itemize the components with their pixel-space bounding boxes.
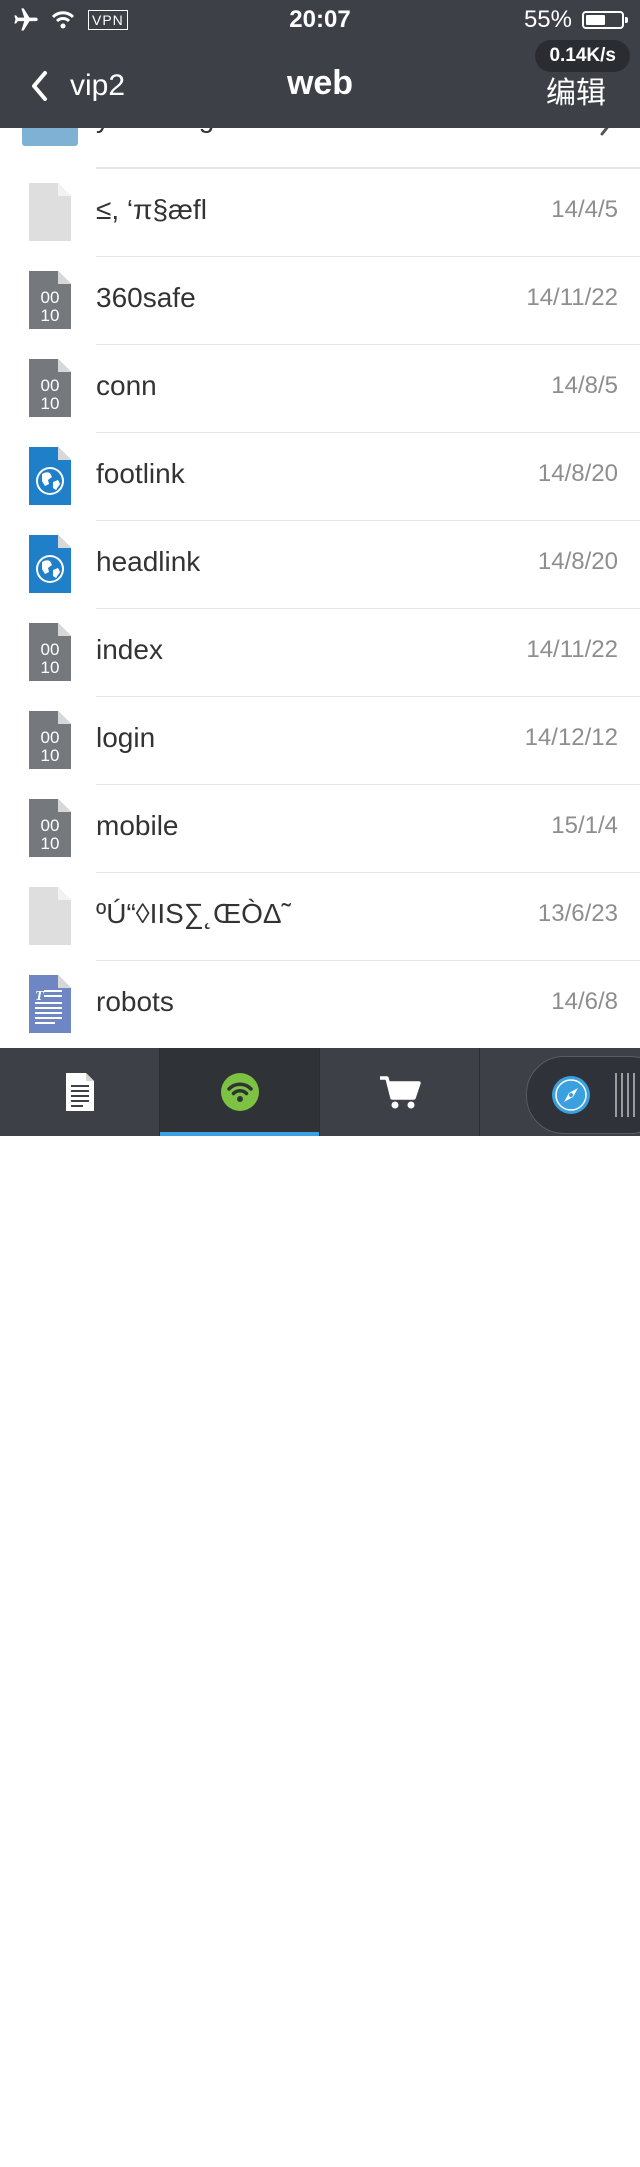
binary-file-icon: 00 10 xyxy=(29,711,71,769)
row-divider xyxy=(96,344,640,345)
chevron-right-icon xyxy=(600,128,609,136)
top-bar: VPN 20:07 55% vip2 web 0.14K/s 编辑 xyxy=(0,0,640,128)
file-date: 14/8/5 xyxy=(551,372,618,399)
row-divider xyxy=(96,168,640,169)
document-icon xyxy=(65,1073,94,1111)
binary-line-1: 00 xyxy=(41,288,60,307)
binary-line-1: 00 xyxy=(41,376,60,395)
file-date: 13/6/23 xyxy=(537,900,618,927)
file-row[interactable]: ºÚ“◊IIS∑˛ŒÒΔ˜ 13/6/23 xyxy=(0,872,640,960)
file-date: 14/8/20 xyxy=(537,460,618,487)
binary-line-2: 10 xyxy=(41,834,60,853)
navigation-bar: vip2 web 0.14K/s 编辑 xyxy=(0,40,640,128)
row-divider xyxy=(96,608,640,609)
binary-line-1: 00 xyxy=(41,640,60,659)
file-row[interactable]: 00 10 login 14/12/12 xyxy=(0,696,640,784)
binary-file-icon: 00 10 xyxy=(29,359,71,417)
file-name: 360safe xyxy=(96,282,196,313)
file-name: ≤, ‘π§æfl xyxy=(96,194,207,225)
battery-icon xyxy=(582,11,628,29)
file-date: 14/4/5 xyxy=(551,196,618,223)
svg-text:T: T xyxy=(35,989,45,1004)
file-name: ºÚ“◊IIS∑˛ŒÒΔ˜ xyxy=(96,898,291,929)
file-date: 14/12/12 xyxy=(524,724,618,751)
binary-line-2: 10 xyxy=(41,746,60,765)
file-row[interactable]: T robots 14/6/8 xyxy=(0,960,640,1048)
file-date: 14/6/8 xyxy=(551,988,618,1015)
binary-file-icon: 00 10 xyxy=(29,271,71,329)
blank-file-icon xyxy=(29,887,71,945)
globe-file-icon xyxy=(29,535,71,593)
file-list[interactable]: yitiaolong ≤, ‘π§æfl 14/4/5 00 10 360saf… xyxy=(0,128,640,1048)
tab-files[interactable] xyxy=(0,1048,160,1136)
watermark: www.wooyun.org xyxy=(432,2141,604,2166)
binary-file-icon: 00 10 xyxy=(29,623,71,681)
file-name: footlink xyxy=(96,458,185,489)
row-divider xyxy=(96,256,640,257)
row-divider xyxy=(96,520,640,521)
file-row[interactable]: 00 10 360safe 14/11/22 xyxy=(0,256,640,344)
folder-icon xyxy=(22,128,78,146)
binary-line-2: 10 xyxy=(41,394,60,413)
cart-icon xyxy=(379,1076,421,1109)
file-row[interactable]: headlink 14/8/20 xyxy=(0,520,640,608)
text-file-icon: T xyxy=(29,975,71,1033)
edit-button[interactable]: 编辑 xyxy=(546,68,606,112)
folder-name: yitiaolong xyxy=(96,128,214,134)
blank-file-icon xyxy=(29,183,71,241)
file-name: conn xyxy=(96,370,157,401)
bottom-tab-bar: www.wooyun.org xyxy=(0,1048,640,2166)
floating-browser-button[interactable] xyxy=(526,1056,640,1134)
file-date: 14/11/22 xyxy=(526,284,618,311)
row-divider xyxy=(96,872,640,873)
row-divider xyxy=(96,784,640,785)
folder-row[interactable]: yitiaolong xyxy=(0,128,640,168)
file-row[interactable]: 00 10 index 14/11/22 xyxy=(0,608,640,696)
battery-percentage: 55% xyxy=(523,6,572,33)
file-name: index xyxy=(96,634,163,665)
file-date: 14/11/22 xyxy=(526,636,618,663)
file-name: headlink xyxy=(96,546,201,577)
file-row[interactable]: 00 10 conn 14/8/5 xyxy=(0,344,640,432)
binary-line-1: 00 xyxy=(41,728,60,747)
status-bar: VPN 20:07 55% xyxy=(0,0,640,40)
file-name: robots xyxy=(96,986,174,1017)
file-date: 14/8/20 xyxy=(537,548,618,575)
binary-file-icon: 00 10 xyxy=(29,799,71,857)
compass-icon xyxy=(552,1076,590,1114)
file-row[interactable]: 00 10 mobile 15/1/4 xyxy=(0,784,640,872)
binary-line-1: 00 xyxy=(41,816,60,835)
tab-store[interactable] xyxy=(320,1048,480,1136)
file-name: mobile xyxy=(96,810,179,841)
drag-handle[interactable] xyxy=(615,1073,635,1117)
file-name: login xyxy=(96,722,156,753)
binary-line-2: 10 xyxy=(41,306,60,325)
file-date: 15/1/4 xyxy=(551,812,618,839)
globe-file-icon xyxy=(29,447,71,505)
file-row[interactable]: ≤, ‘π§æfl 14/4/5 xyxy=(0,168,640,256)
file-row[interactable]: footlink 14/8/20 xyxy=(0,432,640,520)
wifi-icon xyxy=(220,1073,259,1111)
row-divider xyxy=(96,432,640,433)
binary-line-2: 10 xyxy=(41,658,60,677)
tab-wifi-transfer[interactable] xyxy=(160,1048,320,1136)
row-divider xyxy=(96,960,640,961)
row-divider xyxy=(96,696,640,697)
